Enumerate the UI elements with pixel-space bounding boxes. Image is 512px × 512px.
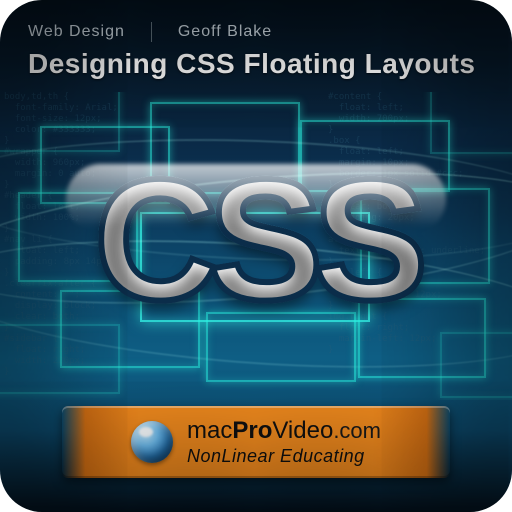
css-monogram: CSS <box>66 154 446 326</box>
brand-part-pro: Pro <box>232 417 272 444</box>
brand-part-video: Video <box>272 417 333 444</box>
author-label: Geoff Blake <box>178 23 272 41</box>
artwork-area: body,td,th { font-family: Arial; font-si… <box>0 92 512 400</box>
header-divider <box>151 22 152 42</box>
brand-part-mac: mac <box>187 417 232 444</box>
brand-text: macProVideo.com NonLinear Educating <box>187 419 381 465</box>
brand-tagline: NonLinear Educating <box>187 447 381 465</box>
brand-part-dotcom: .com <box>333 418 381 443</box>
brand-inner: macProVideo.com NonLinear Educating <box>131 419 381 465</box>
header: Web Design Geoff Blake <box>28 22 484 42</box>
brand-name: macProVideo.com <box>187 419 381 443</box>
brand-bar: macProVideo.com NonLinear Educating <box>62 406 450 478</box>
globe-icon <box>131 421 173 463</box>
category-label: Web Design <box>28 23 125 41</box>
course-title: Designing CSS Floating Layouts <box>28 48 484 80</box>
course-cover-card: Web Design Geoff Blake Designing CSS Flo… <box>0 0 512 512</box>
wire-box <box>440 332 512 398</box>
css-word: CSS <box>66 154 446 326</box>
